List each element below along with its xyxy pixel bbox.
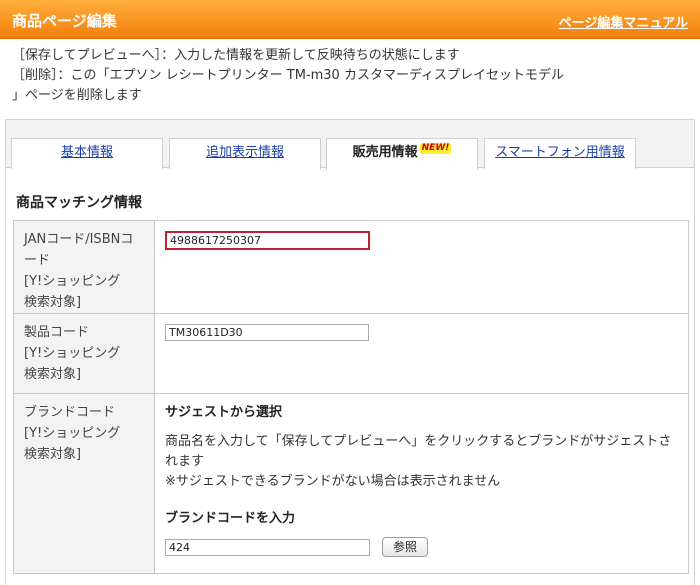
tab-additional-info[interactable]: 追加表示情報 [169,138,321,169]
jan-label: JANコード/ISBNコ ード [Y!ショッピング 検索対象] [13,220,155,314]
section-title: 商品マッチング情報 [16,195,142,211]
jan-label-line: JANコード/ISBNコ [24,232,134,247]
notice-line-delete: ［削除］：この「エプソン レシートプリンター TM-m30 カスタマーディスプレ… [12,68,565,83]
brand-code-label-line: [Y!ショッピング [24,426,121,441]
jan-label-line: [Y!ショッピング [24,274,121,289]
new-badge: NEW! [419,143,452,154]
table-row: ブランドコード [Y!ショッピング 検索対象] サジェストから選択 商品名を入力… [13,393,689,574]
product-code-label-line: 製品コード [24,325,90,340]
brand-input-row: 参照 [165,537,678,557]
table-row: 製品コード [Y!ショッピング 検索対象] [13,313,689,394]
browse-button[interactable]: 参照 [382,537,429,557]
tab-basic-info[interactable]: 基本情報 [11,138,163,169]
product-code-label-line: [Y!ショッピング [24,346,121,361]
product-code-input[interactable] [165,324,369,341]
notice-line-delete-cont: 」ページを削除します [12,88,142,103]
product-code-label-line: 検索対象] [24,367,82,382]
tab-additional-info-label[interactable]: 追加表示情報 [206,145,284,160]
brand-code-label-line: 検索対象] [24,447,82,462]
page-title: 商品ページ編集 [12,12,117,30]
tab-basic-info-label[interactable]: 基本情報 [61,145,113,160]
product-code-field-cell [154,313,689,394]
jan-code-input[interactable] [165,231,370,250]
suggest-description-cont: れます [165,454,205,469]
table-row: JANコード/ISBNコ ード [Y!ショッピング 検索対象] [13,220,689,314]
edit-panel: 基本情報 追加表示情報 販売用情報 NEW! スマートフォン用情報 商品マッチング… [5,119,695,585]
matching-info-table: JANコード/ISBNコ ード [Y!ショッピング 検索対象] 製品コード [Y… [13,220,689,574]
notice-text: ［保存してプレビューへ］：入力した情報を更新して反映待ちの状態にします ［削除］… [12,46,688,106]
suggest-description: 商品名を入力して「保存してプレビューへ」をクリックするとブランドがサジェストさ [165,434,672,449]
jan-label-line: ード [24,253,51,268]
product-code-label: 製品コード [Y!ショッピング 検索対象] [13,313,155,394]
suggest-title: サジェストから選択 [165,405,283,420]
tab-sales-info[interactable]: 販売用情報 NEW! [326,138,478,170]
page-header: 商品ページ編集 ページ編集マニュアル [0,0,700,39]
brand-code-input[interactable] [165,538,370,556]
brand-code-label: ブランドコード [Y!ショッピング 検索対象] [13,393,155,574]
brand-code-label-line: ブランドコード [24,405,116,420]
brand-input-title: ブランドコードを入力 [165,511,296,526]
brand-code-field-cell: サジェストから選択 商品名を入力して「保存してプレビューへ」をクリックするとブラ… [154,393,689,574]
manual-link[interactable]: ページ編集マニュアル [559,12,688,31]
tab-bar: 基本情報 追加表示情報 販売用情報 NEW! スマートフォン用情報 [6,120,694,170]
tab-smartphone-info-label[interactable]: スマートフォン用情報 [495,145,625,160]
suggest-note: ※サジェストできるブランドがない場合は表示されません [165,474,501,489]
tab-sales-info-label: 販売用情報 [352,145,418,160]
jan-field-cell [154,220,689,314]
notice-line-save: ［保存してプレビューへ］：入力した情報を更新して反映待ちの状態にします [12,48,460,63]
tab-smartphone-info[interactable]: スマートフォン用情報 [484,138,636,169]
jan-label-line: 検索対象] [24,295,82,310]
